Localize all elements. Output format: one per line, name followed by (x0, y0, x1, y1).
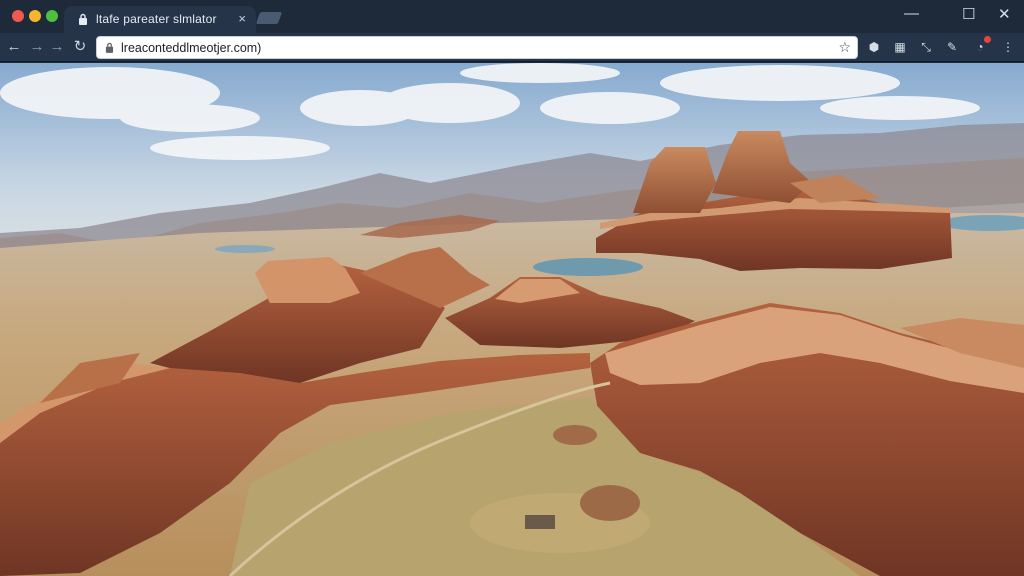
notification-badge (984, 36, 991, 43)
notification-icon[interactable]: ◔ (972, 36, 991, 55)
url-text[interactable]: lreaconteddlmeotjer.com) (121, 41, 261, 55)
reload-button[interactable]: ↻ (70, 37, 90, 57)
small-hill-2 (553, 425, 597, 445)
pen-icon[interactable]: ✎ (944, 39, 960, 55)
page-viewport[interactable] (0, 63, 1024, 576)
zoom-window-dot[interactable] (46, 10, 58, 22)
puzzle-icon[interactable]: ⬢ (866, 39, 882, 55)
lake-left (215, 245, 275, 253)
forward-button[interactable]: → (27, 37, 47, 57)
cursor-icon[interactable]: ⤡ (918, 39, 934, 55)
lake (533, 258, 643, 276)
minimize-window-dot[interactable] (29, 10, 41, 22)
grid-icon[interactable]: ▦ (892, 39, 908, 55)
browser-toolbar: ← → → ↻ lreaconteddlmeotjer.com) ☆ ⬢ ▦ ⤡… (0, 33, 1024, 62)
building (525, 515, 555, 529)
title-bar: ltafe pareater slmlator × — ☐ ✕ (0, 0, 1024, 33)
minimize-button[interactable]: — (904, 5, 919, 22)
lock-icon (79, 13, 87, 25)
forward-secondary-button[interactable]: → (47, 37, 67, 57)
back-button[interactable]: ← (4, 37, 24, 57)
address-bar[interactable]: lreaconteddlmeotjer.com) ☆ (96, 36, 858, 59)
lock-icon (105, 42, 114, 53)
bookmark-star-icon[interactable]: ☆ (838, 39, 851, 56)
close-window-dot[interactable] (12, 10, 24, 22)
tab-active[interactable]: ltafe pareater slmlator × (64, 6, 256, 33)
tab-close-icon[interactable]: × (238, 11, 246, 26)
browser-window: ltafe pareater slmlator × — ☐ ✕ ← → → ↻ … (0, 0, 1024, 576)
tab-title: ltafe pareater slmlator (96, 12, 217, 26)
close-button[interactable]: ✕ (998, 5, 1011, 23)
small-hill (580, 485, 640, 521)
maximize-button[interactable]: ☐ (962, 5, 975, 23)
menu-icon[interactable]: ⋮ (1000, 39, 1016, 55)
new-tab-button[interactable] (255, 12, 283, 24)
desert-mesa-scene (0, 63, 1024, 576)
